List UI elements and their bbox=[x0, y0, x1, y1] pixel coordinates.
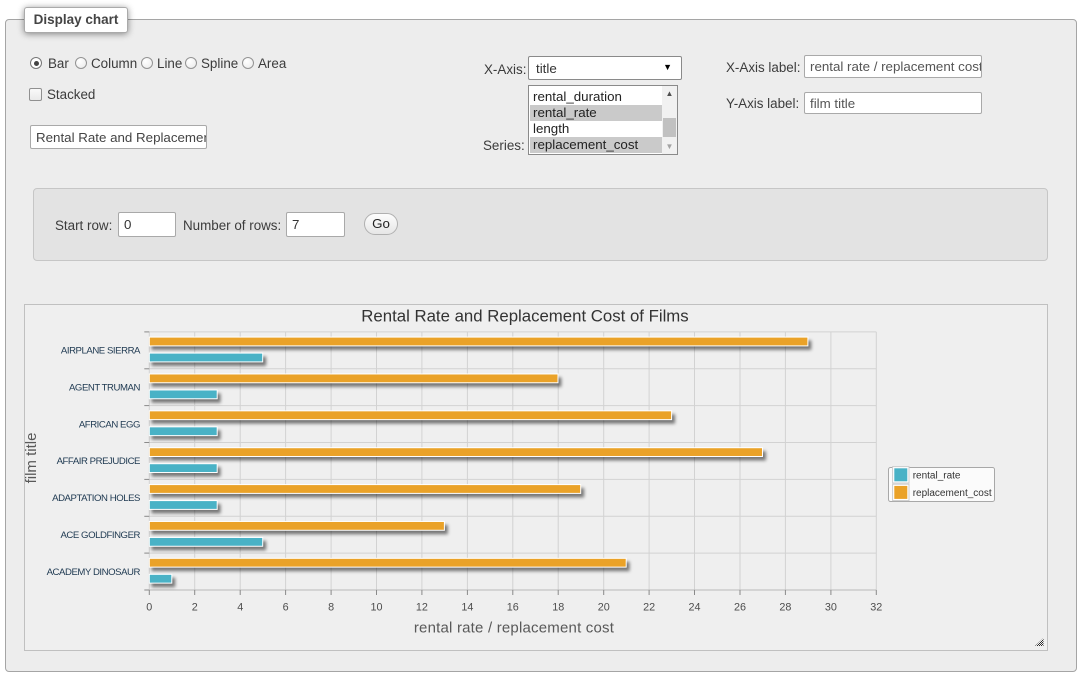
svg-text:6: 6 bbox=[283, 601, 289, 613]
svg-text:12: 12 bbox=[416, 601, 428, 613]
svg-text:film title: film title bbox=[25, 433, 40, 484]
svg-text:replacement_cost: replacement_cost bbox=[913, 488, 992, 499]
svg-text:ACE GOLDFINGER: ACE GOLDFINGER bbox=[60, 530, 140, 541]
svg-text:AFRICAN EGG: AFRICAN EGG bbox=[79, 419, 140, 430]
svg-text:32: 32 bbox=[870, 601, 882, 613]
svg-text:20: 20 bbox=[598, 601, 610, 613]
svg-text:8: 8 bbox=[328, 601, 334, 613]
svg-text:rental rate / replacement cost: rental rate / replacement cost bbox=[414, 620, 615, 637]
svg-text:4: 4 bbox=[237, 601, 243, 613]
svg-text:10: 10 bbox=[370, 601, 382, 613]
svg-text:22: 22 bbox=[643, 601, 655, 613]
svg-text:ACADEMY DINOSAUR: ACADEMY DINOSAUR bbox=[47, 567, 141, 578]
svg-text:AFFAIR PREJUDICE: AFFAIR PREJUDICE bbox=[57, 456, 140, 467]
svg-text:26: 26 bbox=[734, 601, 746, 613]
svg-text:16: 16 bbox=[507, 601, 519, 613]
svg-text:14: 14 bbox=[461, 601, 473, 613]
svg-text:30: 30 bbox=[825, 601, 837, 613]
svg-text:0: 0 bbox=[146, 601, 152, 613]
svg-text:28: 28 bbox=[779, 601, 791, 613]
svg-text:24: 24 bbox=[688, 601, 700, 613]
svg-text:18: 18 bbox=[552, 601, 564, 613]
svg-text:AGENT TRUMAN: AGENT TRUMAN bbox=[69, 382, 141, 393]
svg-text:2: 2 bbox=[192, 601, 198, 613]
svg-text:Rental Rate and Replacement Co: Rental Rate and Replacement Cost of Film… bbox=[361, 307, 688, 326]
svg-text:AIRPLANE SIERRA: AIRPLANE SIERRA bbox=[61, 346, 141, 357]
svg-text:ADAPTATION HOLES: ADAPTATION HOLES bbox=[52, 493, 140, 504]
svg-text:rental_rate: rental_rate bbox=[913, 470, 961, 481]
